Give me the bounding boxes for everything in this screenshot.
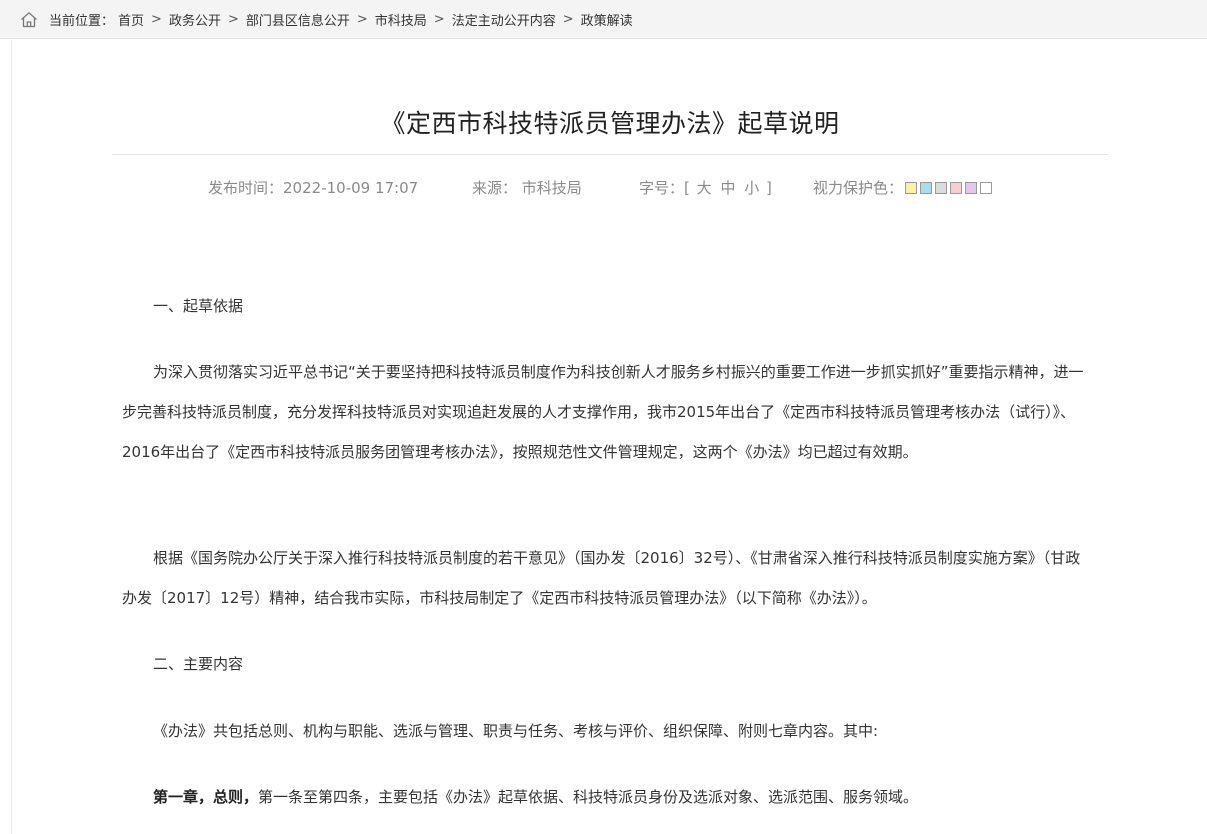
paragraph-basis-1: 为深入贯彻落实习近平总书记“关于要坚持把科技特派员制度作为科技创新人才服务乡村振… — [122, 363, 1084, 461]
font-size-large-button[interactable]: 大 — [697, 179, 712, 197]
font-size-small-button[interactable]: 小 — [744, 179, 759, 197]
eye-care-color-control: 视力保护色： — [813, 177, 995, 198]
article-source: 来源： 市科技局 — [472, 177, 582, 198]
section-heading-basis: 一、起草依据 — [153, 297, 244, 315]
article-meta: 发布时间：2022-10-09 17:07 来源： 市科技局 字号：[ 大 中 … — [12, 177, 1207, 197]
breadcrumb-separator: > — [151, 11, 162, 27]
font-size-bracket-close: ] — [766, 179, 772, 197]
breadcrumb-home[interactable]: 首页 — [118, 10, 144, 29]
section-heading-content: 二、主要内容 — [153, 655, 244, 673]
title-divider — [112, 154, 1108, 155]
breadcrumb-statutory-disclosure[interactable]: 法定主动公开内容 — [452, 10, 556, 29]
page-title: 《定西市科技特派员管理办法》起草说明 — [380, 109, 840, 138]
font-size-bracket-open: [ — [684, 179, 690, 197]
breadcrumb-department-county-info[interactable]: 部门县区信息公开 — [246, 10, 350, 29]
publish-time-label: 发布时间： — [208, 179, 284, 197]
breadcrumb-government-affairs[interactable]: 政务公开 — [169, 10, 221, 29]
publish-time-value: 2022-10-09 17:07 — [283, 179, 419, 197]
breadcrumb: 当前位置： 首页 > 政务公开 > 部门县区信息公开 > 市科技局 > 法定主动… — [0, 0, 1207, 39]
publish-time: 发布时间：2022-10-09 17:07 — [208, 177, 418, 198]
eye-care-swatch-yellow[interactable] — [905, 181, 918, 194]
home-icon[interactable] — [20, 10, 40, 28]
breadcrumb-separator: > — [356, 11, 368, 27]
article-container: 《定西市科技特派员管理办法》起草说明 发布时间：2022-10-09 17:07… — [11, 40, 1207, 834]
breadcrumb-separator: > — [227, 11, 239, 27]
font-size-label: 字号： — [639, 179, 685, 197]
breadcrumb-prefix: 当前位置： — [49, 13, 115, 29]
eye-care-swatch-gray[interactable] — [935, 181, 948, 194]
breadcrumb-separator: > — [433, 11, 445, 27]
eye-care-swatch-purple[interactable] — [965, 181, 978, 194]
eye-care-label: 视力保护色： — [813, 179, 904, 197]
paragraph-content-intro: 《办法》共包括总则、机构与职能、选派与管理、职责与任务、考核与评价、组织保障、附… — [153, 722, 879, 740]
source-label: 来源： — [472, 179, 518, 197]
eye-care-swatch-white[interactable] — [980, 181, 993, 194]
paragraph-basis-2: 根据《国务院办公厅关于深入推行科技特派员制度的若干意见》（国办发〔2016〕32… — [122, 549, 1081, 607]
chapter-one-text: 第一条至第四条，主要包括《办法》起草依据、科技特派员身份及选派对象、选派范围、服… — [258, 788, 919, 806]
source-value: 市科技局 — [521, 179, 582, 197]
eye-care-swatch-pink[interactable] — [950, 181, 963, 194]
paragraph-chapter-one: 第一章，总则，第一条至第四条，主要包括《办法》起草依据、科技特派员身份及选派对象… — [122, 777, 1094, 817]
breadcrumb-separator: > — [562, 11, 574, 27]
eye-care-swatches — [905, 181, 995, 194]
font-size-control: 字号：[ 大 中 小 ] — [639, 177, 772, 198]
chapter-one-title: 第一章，总则， — [153, 788, 259, 806]
breadcrumb-science-bureau[interactable]: 市科技局 — [375, 10, 427, 29]
font-size-medium-button[interactable]: 中 — [720, 179, 735, 197]
eye-care-swatch-blue[interactable] — [920, 181, 933, 194]
breadcrumb-policy-interpretation[interactable]: 政策解读 — [581, 10, 633, 29]
